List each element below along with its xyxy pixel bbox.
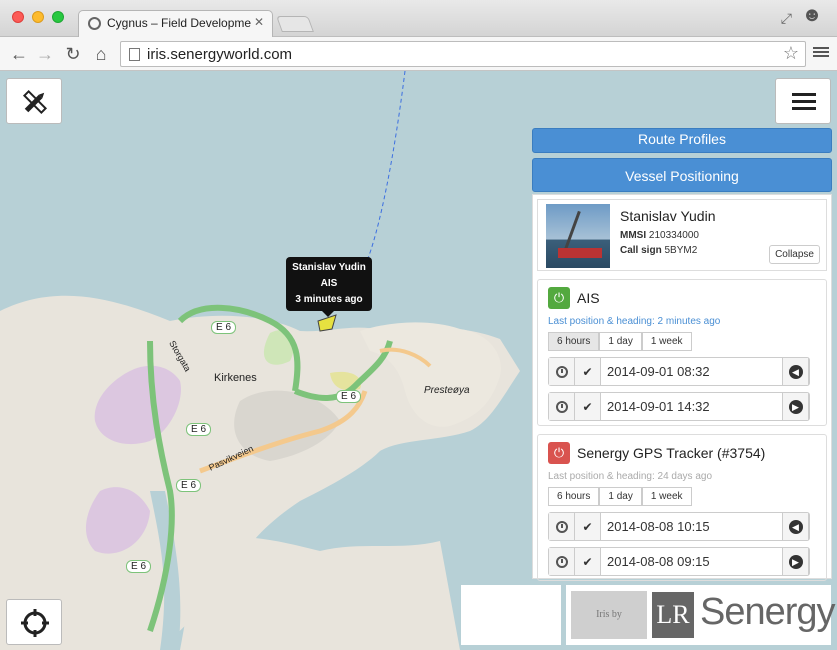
fullscreen-icon[interactable]: ⤢ [781, 10, 792, 27]
checkmark-icon[interactable]: ✔ [575, 393, 601, 420]
vessel-name: Stanislav Yudin [620, 208, 716, 224]
tooltip-vessel-name: Stanislav Yudin [292, 262, 366, 273]
tab-close-icon[interactable]: ✕ [254, 15, 264, 29]
range-1d-button[interactable]: 1 day [599, 487, 642, 506]
window-close-button[interactable] [12, 11, 24, 23]
browser-titlebar: Cygnus – Field Developme ✕ ⤢ ☻ [0, 0, 837, 37]
map-canvas[interactable]: Kirkenes Presteøya E 6 E 6 E 6 E 6 E 6 S… [0, 71, 837, 650]
arrow-left-icon[interactable]: ◀ [788, 519, 803, 534]
incognito-icon: ☻ [801, 4, 823, 26]
checkmark-icon[interactable]: ✔ [575, 358, 601, 385]
map-label-island: Presteøya [424, 385, 470, 396]
clock-icon [555, 520, 568, 533]
range-6h-button[interactable]: 6 hours [548, 332, 600, 351]
feed-last-position: Last position & heading: 2 minutes ago [548, 316, 721, 327]
road-shield: E 6 [211, 321, 237, 334]
power-off-icon[interactable]: ⏻ [548, 442, 570, 464]
address-bar[interactable]: iris.senergyworld.com ☆ [120, 41, 806, 67]
locate-button[interactable] [6, 599, 62, 645]
to-datetime-field[interactable]: ✔ 2014-08-08 09:15 ▶ [548, 547, 810, 576]
new-tab-button[interactable] [276, 16, 314, 32]
datetime-value[interactable]: 2014-08-08 10:15 [601, 513, 783, 540]
feed-gps-tracker: ⏻ Senergy GPS Tracker (#3754) Last posit… [537, 434, 827, 581]
clock-icon [555, 365, 568, 378]
tooltip-source: AIS [320, 278, 338, 289]
from-datetime-field[interactable]: ✔ 2014-08-08 10:15 ◀ [548, 512, 810, 541]
feed-title: AIS [577, 290, 600, 306]
collapse-button[interactable]: Collapse [769, 245, 820, 264]
checkmark-icon[interactable]: ✔ [575, 548, 601, 575]
vessel-positioning-header[interactable]: Vessel Positioning [532, 158, 832, 192]
home-button[interactable]: ⌂ [90, 43, 112, 65]
road-shield: E 6 [336, 390, 362, 403]
vessel-tooltip: Stanislav Yudin AIS 3 minutes ago [286, 257, 372, 317]
vessel-photo [546, 204, 610, 268]
side-panel: Route Profiles Vessel Positioning Stanis… [532, 128, 832, 581]
url-text: iris.senergyworld.com [147, 46, 293, 63]
window-maximize-button[interactable] [52, 11, 64, 23]
range-selector: 6 hours 1 day 1 week [548, 487, 820, 506]
browser-menu-button[interactable] [813, 45, 829, 61]
vessel-positioning-body: Stanislav Yudin MMSI 210334000 Call sign… [532, 194, 832, 581]
datetime-value[interactable]: 2014-09-01 14:32 [601, 393, 783, 420]
checkmark-icon[interactable]: ✔ [575, 513, 601, 540]
route-profiles-header[interactable]: Route Profiles [532, 128, 832, 153]
range-1w-button[interactable]: 1 week [641, 332, 692, 351]
tooltip-age: 3 minutes ago [295, 294, 363, 305]
tools-button[interactable] [6, 78, 62, 124]
to-datetime-field[interactable]: ✔ 2014-09-01 14:32 ▶ [548, 392, 810, 421]
ruler-pencil-icon [22, 89, 48, 115]
road-shield: E 6 [186, 423, 212, 436]
power-on-icon[interactable]: ⏻ [548, 287, 570, 309]
range-selector: 6 hours 1 day 1 week [548, 332, 820, 351]
range-6h-button[interactable]: 6 hours [548, 487, 600, 506]
range-1d-button[interactable]: 1 day [599, 332, 642, 351]
favicon-icon [88, 17, 101, 30]
reload-button[interactable]: ↻ [62, 43, 84, 65]
arrow-right-icon[interactable]: ▶ [788, 554, 803, 569]
datetime-value[interactable]: 2014-09-01 08:32 [601, 358, 783, 385]
browser-tab[interactable]: Cygnus – Field Developme ✕ [78, 10, 273, 37]
from-datetime-field[interactable]: ✔ 2014-09-01 08:32 ◀ [548, 357, 810, 386]
arrow-left-icon[interactable]: ◀ [788, 364, 803, 379]
feed-title: Senergy GPS Tracker (#3754) [577, 445, 766, 461]
senergy-wordmark: Senergy [700, 591, 836, 633]
logo-placeholder [461, 585, 561, 645]
irisby-label: Iris by [571, 591, 647, 639]
road-shield: E 6 [126, 560, 152, 573]
clock-icon [555, 555, 568, 568]
feed-last-position: Last position & heading: 24 days ago [548, 471, 713, 482]
road-shield: E 6 [176, 479, 202, 492]
back-button[interactable]: ← [8, 43, 30, 65]
feed-ais: ⏻ AIS Last position & heading: 2 minutes… [537, 279, 827, 426]
map-label-town: Kirkenes [214, 372, 257, 384]
branding-logo: Iris by LR Senergy [566, 585, 836, 645]
crosshair-icon [21, 609, 49, 637]
window-minimize-button[interactable] [32, 11, 44, 23]
range-1w-button[interactable]: 1 week [641, 487, 692, 506]
hamburger-icon [792, 93, 816, 96]
vessel-callsign: Call sign 5BYM2 [620, 245, 698, 256]
arrow-right-icon[interactable]: ▶ [788, 399, 803, 414]
menu-toggle-button[interactable] [775, 78, 831, 124]
page-icon [129, 48, 140, 61]
vessel-card: Stanislav Yudin MMSI 210334000 Call sign… [537, 199, 827, 271]
browser-toolbar: ← → ↻ ⌂ iris.senergyworld.com ☆ [0, 37, 837, 71]
clock-icon [555, 400, 568, 413]
bookmark-star-icon[interactable]: ☆ [783, 43, 799, 64]
datetime-value[interactable]: 2014-08-08 09:15 [601, 548, 783, 575]
tab-title: Cygnus – Field Developme [107, 16, 252, 30]
vessel-mmsi: MMSI 210334000 [620, 230, 699, 241]
lr-logo: LR [652, 592, 694, 638]
forward-button[interactable]: → [34, 43, 56, 65]
